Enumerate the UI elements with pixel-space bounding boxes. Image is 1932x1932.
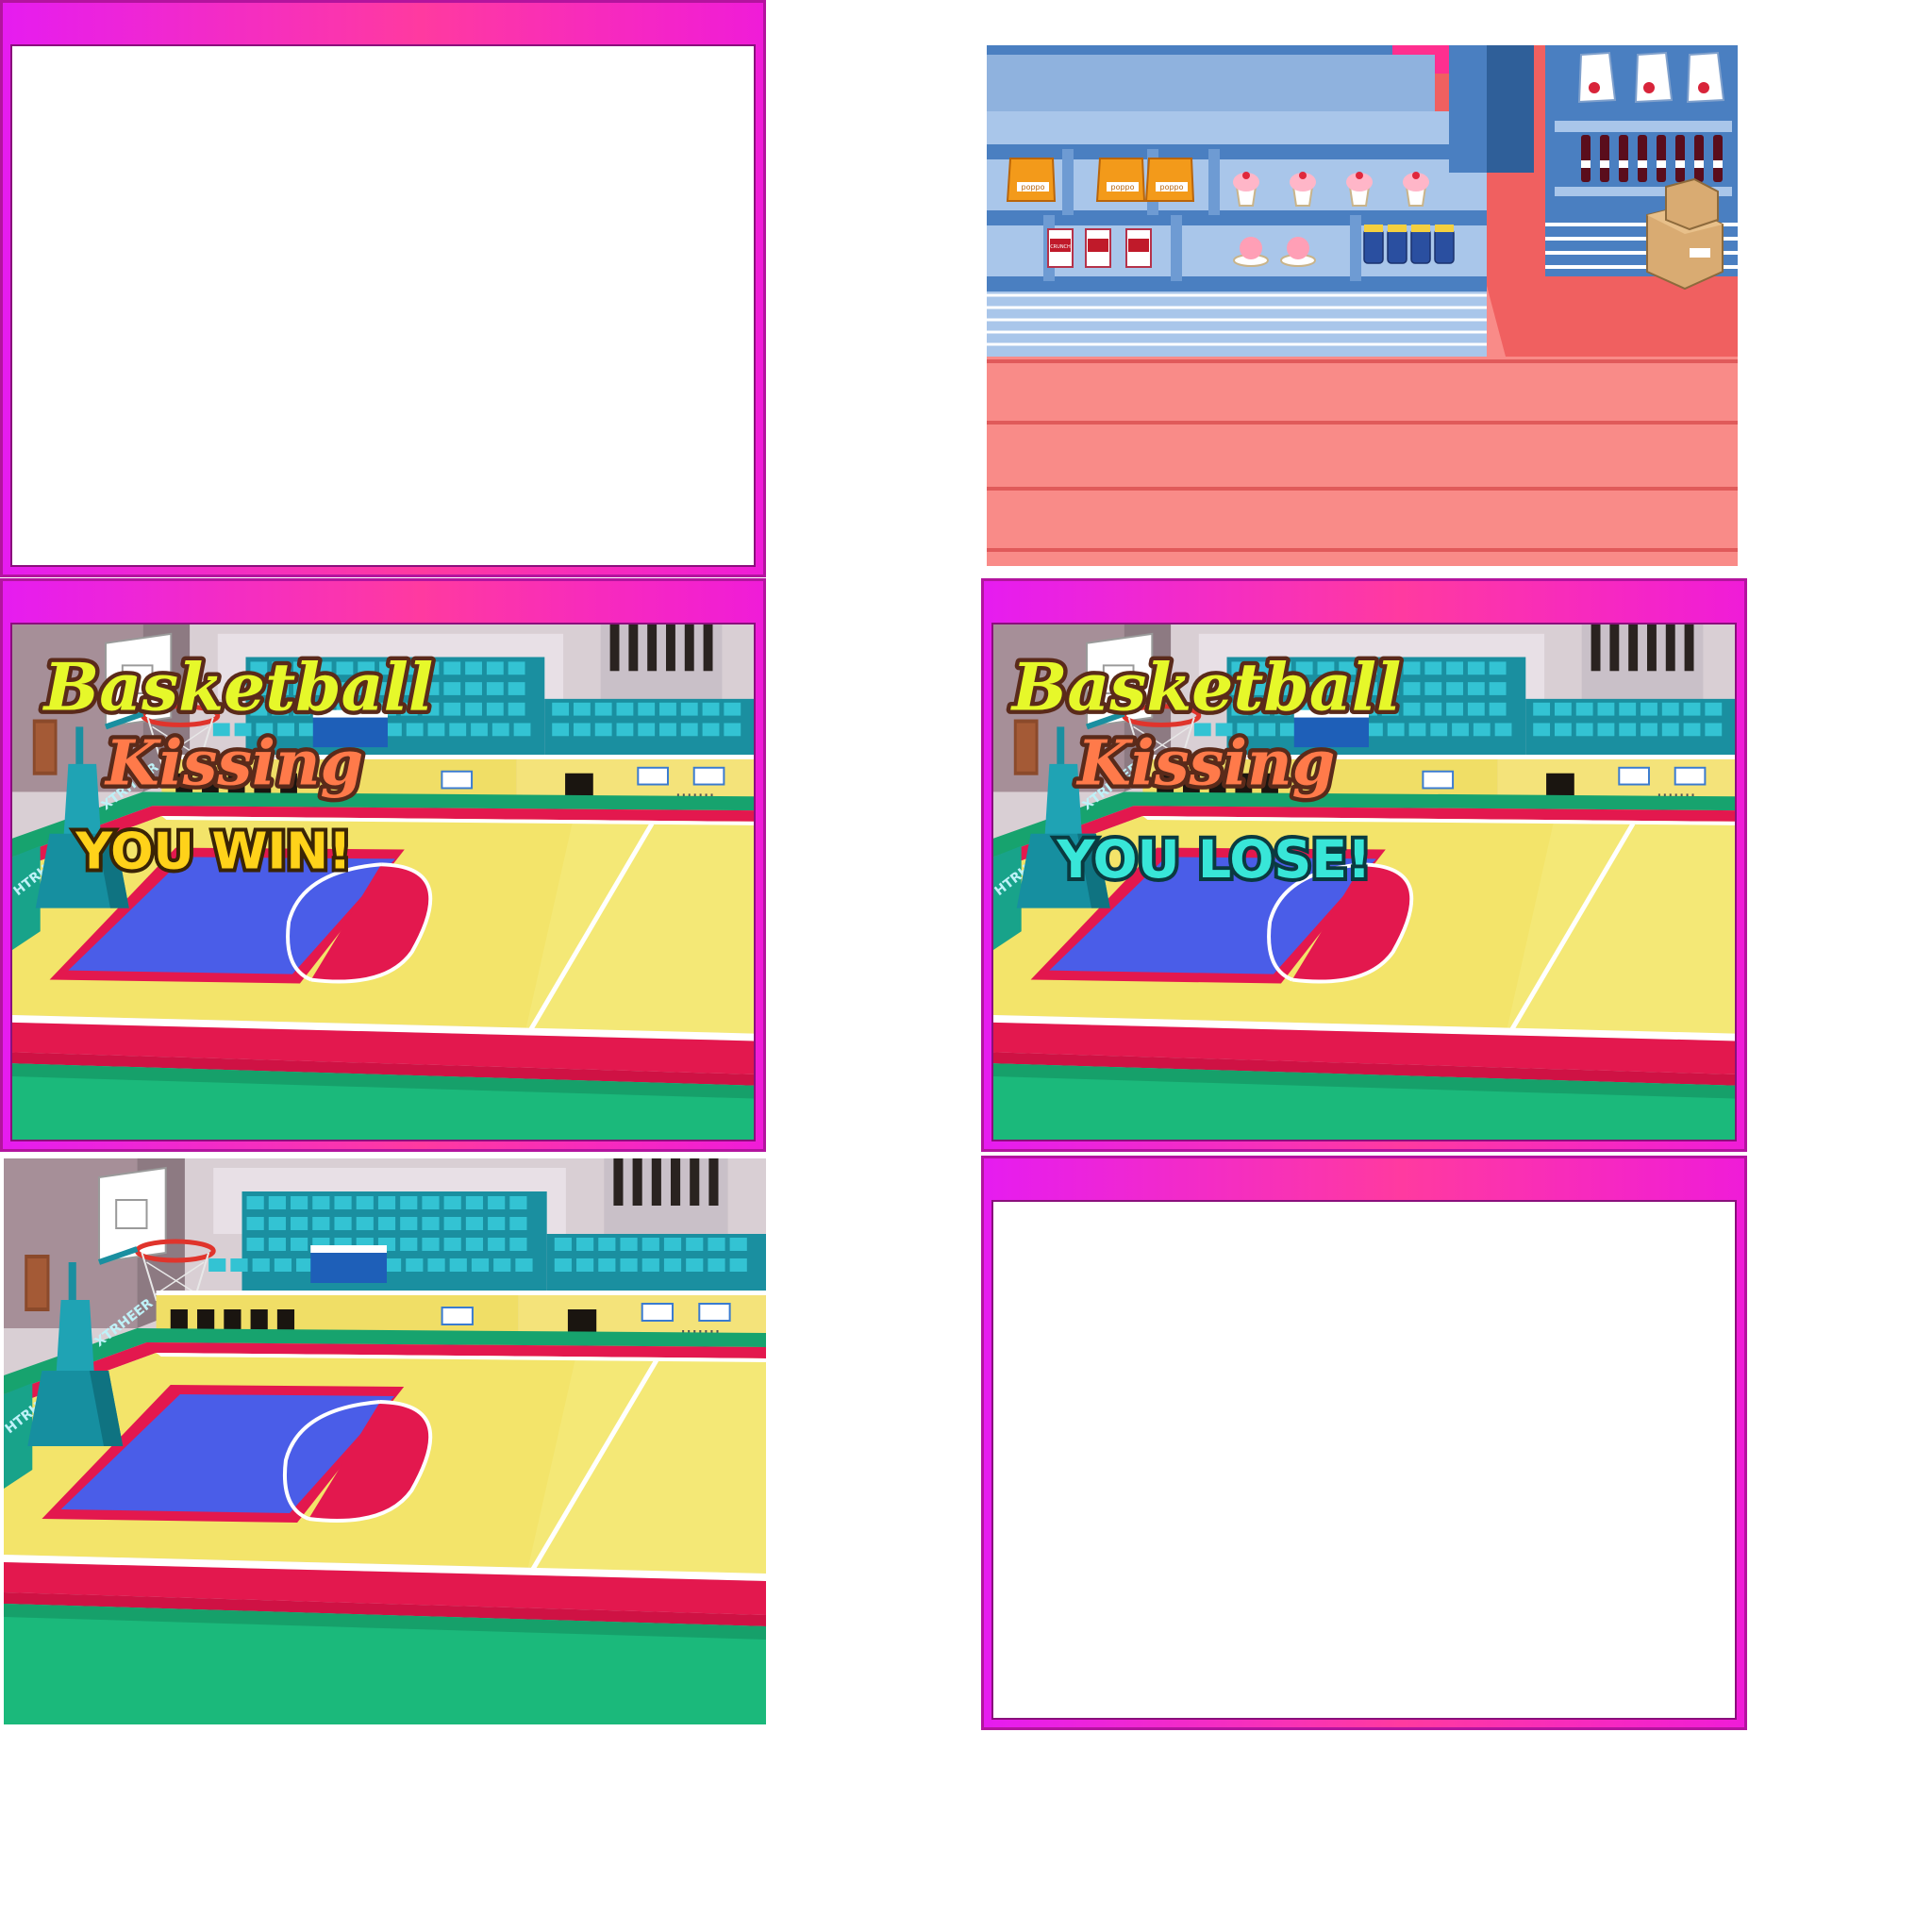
court-background: Basketball Kissing YOU LOSE!: [993, 625, 1737, 1141]
dialog-body: [10, 44, 756, 567]
win-scene: Basketball Kissing YOU WIN!: [10, 623, 756, 1141]
win-screen: Basketball Kissing YOU WIN!: [0, 578, 766, 1152]
svg-text:poppo: poppo: [1159, 183, 1183, 192]
game-title-line2: Kissing: [1075, 728, 1335, 800]
cereal-label: CRUNCH: [1050, 244, 1071, 250]
shop-scene: poppo poppo poppo CRUNCH: [987, 45, 1738, 566]
lose-scene: Basketball Kissing YOU LOSE!: [991, 623, 1737, 1141]
game-title-line2: Kissing: [104, 728, 363, 800]
empty-dialog-frame-top: [0, 0, 766, 577]
win-message: YOU WIN!: [75, 821, 351, 880]
lose-screen: Basketball Kissing YOU LOSE!: [981, 578, 1747, 1152]
svg-text:poppo: poppo: [1110, 183, 1134, 192]
court-background-plain: [4, 1158, 766, 1724]
lose-message: YOU LOSE!: [1056, 830, 1371, 891]
court-background: Basketball Kissing YOU WIN!: [12, 625, 756, 1141]
empty-dialog-frame-bottom: [981, 1156, 1747, 1730]
game-title-line1: Basketball: [42, 650, 434, 726]
dialog-body: [991, 1200, 1737, 1720]
court-background: [4, 1158, 766, 1724]
game-title-line1: Basketball: [1010, 650, 1402, 726]
chips-label: poppo: [1021, 183, 1044, 192]
